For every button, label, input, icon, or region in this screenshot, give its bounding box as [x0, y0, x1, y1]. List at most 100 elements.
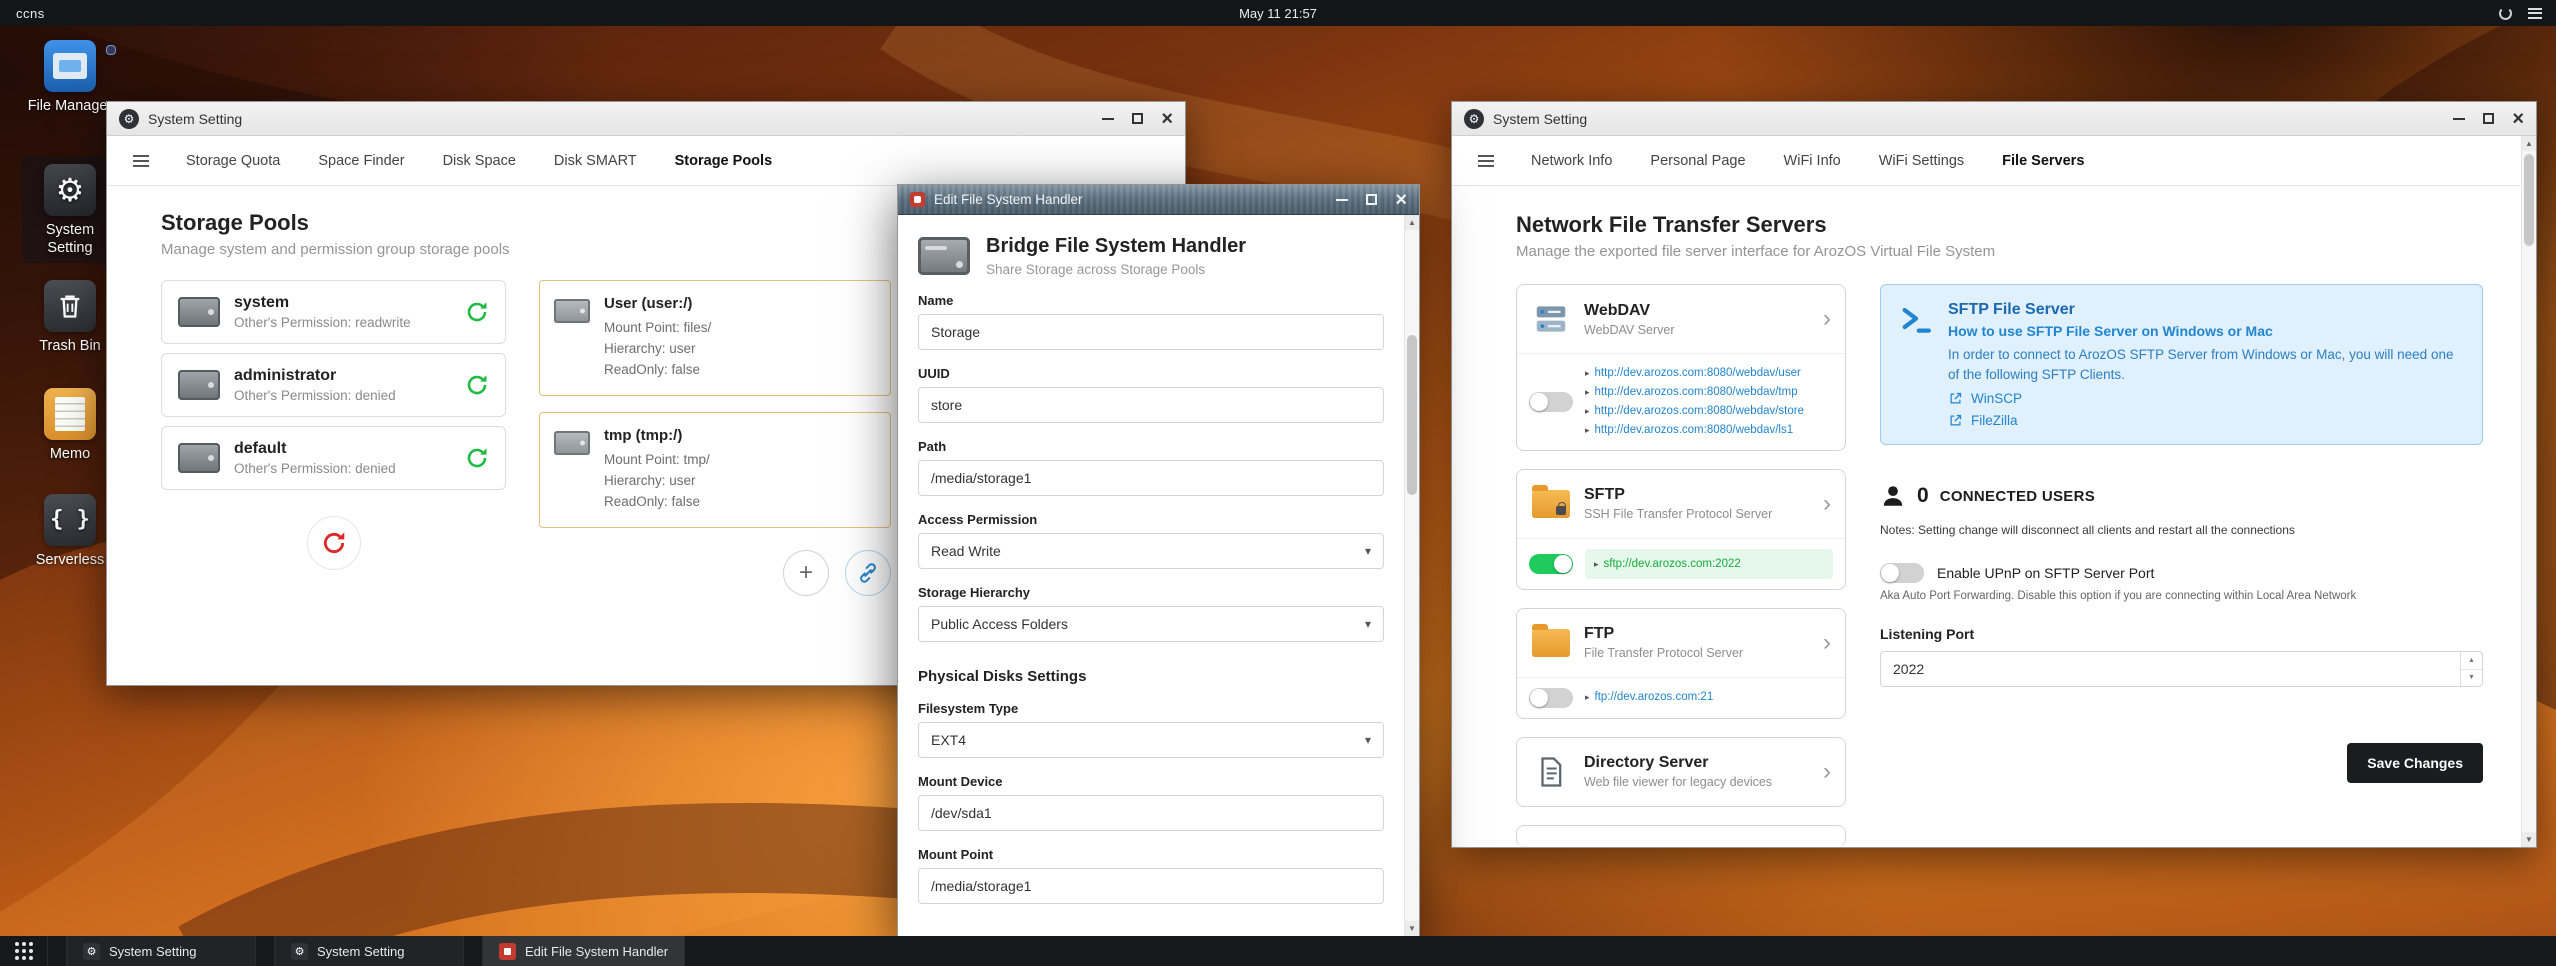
- scrollbar-thumb[interactable]: [1407, 335, 1417, 495]
- window-scrollbar[interactable]: ▲ ▼: [2521, 136, 2536, 847]
- webdav-link[interactable]: ▸ http://dev.arozos.com:8080/webdav/tmp: [1585, 383, 1804, 402]
- system-setting-app-icon: ⚙: [119, 108, 139, 129]
- window-titlebar[interactable]: ⚙ System Setting ×: [107, 102, 1185, 136]
- filesystem-type-select[interactable]: EXT4 ▾: [918, 722, 1384, 758]
- tab-wifi-info[interactable]: WiFi Info: [1765, 139, 1860, 183]
- mount-point-label: Mount Point: [918, 847, 994, 862]
- path-input[interactable]: [918, 460, 1384, 496]
- tab-network-info[interactable]: Network Info: [1512, 139, 1631, 183]
- server-card-header[interactable]: Directory Server Web file viewer for leg…: [1517, 738, 1845, 806]
- name-input[interactable]: [918, 314, 1384, 350]
- menu-icon[interactable]: [115, 154, 167, 167]
- bridge-link-button[interactable]: [845, 549, 891, 596]
- window-system-setting-fileservers: ⚙ System Setting × Network Info Personal…: [1451, 101, 2537, 848]
- server-card-header[interactable]: SFTP SSH File Transfer Protocol Server ›: [1517, 470, 1845, 538]
- tab-disk-space[interactable]: Disk Space: [424, 139, 535, 183]
- gear-icon: ⚙: [83, 942, 100, 960]
- desktop-icon-serverless[interactable]: { } Serverless: [26, 494, 114, 569]
- topbar-menu-icon[interactable]: [2528, 7, 2542, 19]
- hostname: ccns: [16, 5, 45, 21]
- tab-space-finder[interactable]: Space Finder: [299, 139, 423, 183]
- window-scrollbar[interactable]: ▲ ▼: [1404, 215, 1419, 936]
- add-fsh-button[interactable]: +: [783, 549, 829, 596]
- mount-point-input[interactable]: [918, 868, 1384, 904]
- chevron-right-icon[interactable]: ›: [1823, 630, 1831, 655]
- close-button[interactable]: ×: [1395, 190, 1407, 210]
- mount-card-tmp[interactable]: tmp (tmp:/) Mount Point: tmp/ Hierarchy:…: [539, 411, 891, 528]
- maximize-button[interactable]: [1366, 194, 1378, 205]
- save-changes-button[interactable]: Save Changes: [2347, 743, 2483, 784]
- pool-permission: Other's Permission: denied: [234, 461, 396, 476]
- tab-storage-pools[interactable]: Storage Pools: [656, 139, 792, 183]
- scroll-down-arrow[interactable]: ▼: [2522, 832, 2536, 847]
- chevron-down-icon: ▾: [1364, 733, 1371, 747]
- uuid-input[interactable]: [918, 387, 1384, 423]
- webdav-link[interactable]: ▸ http://dev.arozos.com:8080/webdav/user: [1585, 364, 1804, 383]
- minimize-button[interactable]: [1102, 117, 1115, 120]
- winscp-link[interactable]: WinSCP: [1948, 391, 2464, 406]
- sync-icon[interactable]: [465, 300, 489, 324]
- desktop-icon-system-setting[interactable]: ⚙ System Setting: [22, 156, 118, 264]
- tab-disk-smart[interactable]: Disk SMART: [535, 139, 656, 183]
- ftp-link[interactable]: ▸ ftp://dev.arozos.com:21: [1585, 688, 1713, 707]
- maximize-button[interactable]: [1132, 113, 1144, 124]
- window-titlebar[interactable]: ⚙ System Setting ×: [1452, 102, 2536, 136]
- sftp-link[interactable]: ▸ sftp://dev.arozos.com:2022: [1594, 558, 1741, 570]
- scrollbar-thumb[interactable]: [2524, 154, 2534, 246]
- tab-file-servers[interactable]: File Servers: [1983, 139, 2103, 183]
- tab-personal-page[interactable]: Personal Page: [1631, 139, 1764, 183]
- sync-icon[interactable]: [465, 373, 489, 397]
- pool-card-system[interactable]: system Other's Permission: readwrite: [161, 280, 506, 344]
- access-permission-select[interactable]: Read Write ▾: [918, 533, 1384, 569]
- menu-icon[interactable]: [1460, 154, 1512, 167]
- desktop-icon-file-manager[interactable]: File Manager: [26, 40, 114, 115]
- apps-grid-button[interactable]: [0, 936, 48, 966]
- storage-hierarchy-select[interactable]: Public Access Folders ▾: [918, 606, 1384, 642]
- taskbar-item-edit-fsh[interactable]: Edit File System Handler: [482, 936, 686, 966]
- desktop-icon-label: System Setting: [45, 222, 95, 257]
- sync-status-icon[interactable]: [2499, 6, 2512, 20]
- pool-card-administrator[interactable]: administrator Other's Permission: denied: [161, 353, 506, 417]
- webdav-link[interactable]: ▸ http://dev.arozos.com:8080/webdav/ls1: [1585, 421, 1804, 440]
- minimize-button[interactable]: [2453, 117, 2466, 120]
- server-card-header[interactable]: WebDAV WebDAV Server ›: [1517, 285, 1845, 353]
- selection-highlight: [106, 45, 116, 55]
- sftp-icon: [1531, 484, 1571, 524]
- access-permission-label: Access Permission: [918, 512, 1038, 527]
- pool-card-default[interactable]: default Other's Permission: denied: [161, 426, 506, 490]
- webdav-toggle[interactable]: [1529, 391, 1573, 412]
- taskbar-item-system-setting-2[interactable]: ⚙ System Setting: [274, 936, 464, 966]
- taskbar-item-system-setting-1[interactable]: ⚙ System Setting: [66, 936, 256, 966]
- chevron-right-icon[interactable]: ›: [1823, 491, 1831, 516]
- tab-storage-quota[interactable]: Storage Quota: [167, 139, 299, 183]
- sync-icon[interactable]: [465, 446, 489, 470]
- minimize-button[interactable]: [1336, 198, 1349, 201]
- tab-bar: Network Info Personal Page WiFi Info WiF…: [1452, 136, 2536, 186]
- upnp-toggle[interactable]: [1880, 563, 1924, 584]
- webdav-link[interactable]: ▸ http://dev.arozos.com:8080/webdav/store: [1585, 402, 1804, 421]
- listening-port-input[interactable]: [1880, 651, 2483, 688]
- close-button[interactable]: ×: [2512, 109, 2524, 129]
- ftp-toggle[interactable]: [1529, 687, 1573, 708]
- window-titlebar[interactable]: Edit File System Handler ×: [898, 185, 1419, 215]
- refresh-pools-button[interactable]: [306, 516, 361, 570]
- scroll-down-arrow[interactable]: ▼: [1405, 921, 1419, 936]
- desktop-icon-label: File Manager: [27, 98, 113, 114]
- desktop-icon-trash-bin[interactable]: Trash Bin: [26, 280, 114, 355]
- maximize-button[interactable]: [2483, 113, 2495, 124]
- mount-card-user[interactable]: User (user:/) Mount Point: files/ Hierar…: [539, 280, 891, 396]
- sftp-toggle[interactable]: [1529, 553, 1573, 574]
- close-button[interactable]: ×: [1161, 109, 1173, 129]
- scroll-up-arrow[interactable]: ▲: [2522, 136, 2536, 151]
- server-card-header[interactable]: FTP File Transfer Protocol Server ›: [1517, 609, 1845, 677]
- scroll-up-arrow[interactable]: ▲: [1405, 215, 1419, 230]
- chevron-right-icon[interactable]: ›: [1823, 759, 1831, 784]
- tab-wifi-settings[interactable]: WiFi Settings: [1860, 139, 1983, 183]
- desktop-icon-shortcut[interactable]: [106, 42, 116, 60]
- chevron-right-icon[interactable]: ›: [1823, 307, 1831, 331]
- desktop-icon-memo[interactable]: Memo: [26, 388, 114, 463]
- filezilla-link[interactable]: FileZilla: [1948, 413, 2464, 428]
- number-spinner[interactable]: ▲ ▼: [2460, 652, 2482, 687]
- mount-device-input[interactable]: [918, 795, 1384, 831]
- drive-icon: [554, 430, 590, 455]
